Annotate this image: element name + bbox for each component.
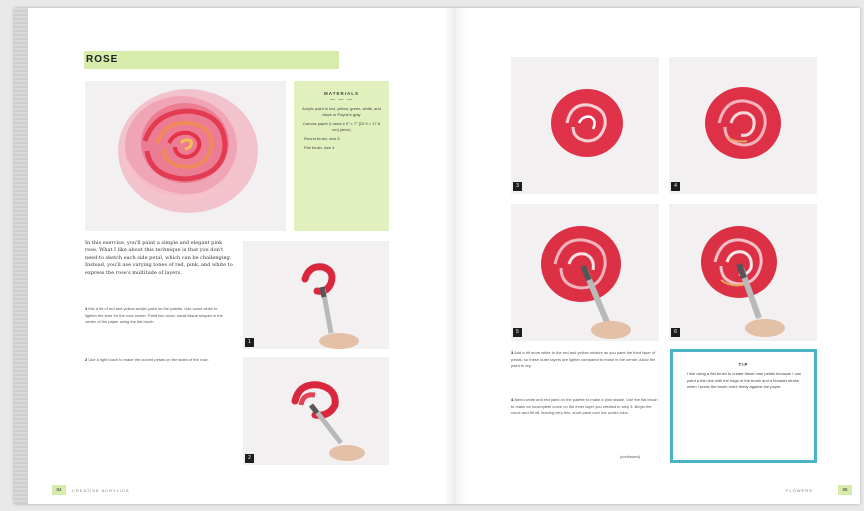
step-2-text: 2 Use a light touch to make the curved p… <box>85 357 230 364</box>
step-number: 4 <box>511 397 514 402</box>
step-4-text: 4 Blend white and red paint on the palet… <box>511 397 659 417</box>
folio-left: CREATIVE ACRYLICS <box>72 488 130 493</box>
materials-item: Flat brush, size 4 <box>304 145 335 150</box>
tip-heading: TIP <box>738 362 749 367</box>
step-3-text: 3 Add a bit more white to the red and ye… <box>511 350 659 370</box>
step-description: Blend white and red paint on the palette… <box>511 397 658 416</box>
step-badge: 2 <box>245 454 254 463</box>
continued-label: (continued) <box>620 454 641 459</box>
rose-step-illustration <box>511 57 659 194</box>
brush-stroke-illustration <box>243 357 389 465</box>
materials-item: Canvas paper (I used a 9" × 7" [22.9 × 1… <box>303 121 380 132</box>
materials-box: MATERIALS — — — Acrylic paint in red, ye… <box>294 81 389 231</box>
step-1-text: 1 Mix a bit of red and yellow acrylic pa… <box>85 306 230 326</box>
page-title: ROSE <box>86 54 119 65</box>
rose-photo <box>85 81 286 231</box>
intro-paragraph: In this exercise, you'll paint a simple … <box>85 240 233 276</box>
step-description: Mix a bit of red and yellow acrylic pain… <box>85 306 223 325</box>
step-number: 1 <box>85 306 88 311</box>
step-2-photo <box>243 357 389 465</box>
step-number: 2 <box>85 357 88 362</box>
page-number-right: 85 <box>838 485 852 495</box>
tip-text: I like using a flat brush to create thes… <box>687 371 802 390</box>
step-badge: 4 <box>671 182 680 191</box>
title-band <box>84 51 339 69</box>
step-description: Use a light touch to make the curved pet… <box>88 357 209 362</box>
step-description: Add a bit more white to the red and yell… <box>511 350 656 369</box>
step-3-photo <box>511 57 659 194</box>
materials-divider: — — — <box>330 97 353 103</box>
step-badge: 3 <box>513 182 522 191</box>
rose-painting-illustration <box>85 81 286 231</box>
folio-right: FLOWERS <box>786 488 813 493</box>
step-badge: 1 <box>245 338 254 347</box>
page-edge <box>14 8 28 504</box>
materials-item: Acrylic paint in red, yellow, green, whi… <box>302 106 381 117</box>
step-6-photo <box>669 204 817 341</box>
rose-step-illustration <box>511 204 659 341</box>
page-number-left: 84 <box>52 485 66 495</box>
step-4-photo <box>669 57 817 194</box>
step-number: 3 <box>511 350 514 355</box>
step-badge: 6 <box>671 328 680 337</box>
brush-stroke-illustration <box>243 241 389 349</box>
materials-item: Round brush, size 6 <box>304 136 340 141</box>
tip-box: TIP I like using a flat brush to create … <box>670 349 817 463</box>
materials-heading: MATERIALS <box>324 91 359 96</box>
book-spine <box>444 8 468 504</box>
rose-step-illustration <box>669 57 817 194</box>
step-badge: 5 <box>513 328 522 337</box>
step-1-photo <box>243 241 389 349</box>
step-5-photo <box>511 204 659 341</box>
rose-step-illustration <box>669 204 817 341</box>
